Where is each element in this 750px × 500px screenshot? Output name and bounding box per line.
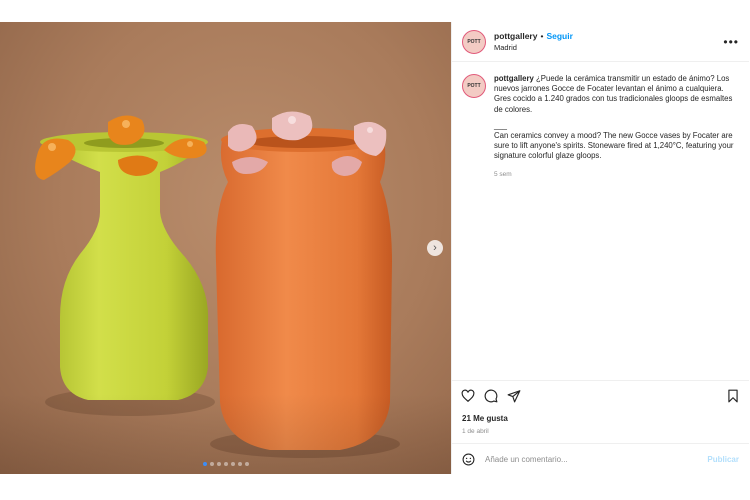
avatar[interactable]: POTT	[462, 29, 486, 54]
follow-button[interactable]: Seguir	[546, 31, 572, 41]
post-header: POTT pottgallery • Seguir Madrid •••	[452, 22, 749, 62]
send-icon[interactable]	[507, 389, 521, 403]
carousel-dot	[230, 462, 235, 466]
author-info: pottgallery • Seguir Madrid	[494, 31, 573, 52]
carousel-dot	[244, 462, 249, 466]
chevron-right-icon: ›	[433, 241, 437, 254]
comment-icon[interactable]	[484, 389, 498, 403]
comment-bar: Publicar	[452, 443, 749, 474]
caption-divider: ___	[494, 120, 508, 130]
carousel-dots	[0, 462, 451, 466]
heart-icon[interactable]	[461, 389, 475, 403]
carousel-dot-active	[202, 462, 207, 466]
comment-input[interactable]	[485, 454, 708, 464]
caption-body: pottgallery ¿Puede la cerámica transmiti…	[494, 74, 739, 180]
more-options-icon[interactable]: •••	[723, 35, 739, 49]
post-date[interactable]: 1 de abril	[462, 428, 489, 435]
caption-text-en: Can ceramics convey a mood? The new Gocc…	[494, 131, 734, 161]
username-link[interactable]: pottgallery	[494, 31, 537, 41]
caption-time[interactable]: 5 sem	[494, 170, 739, 180]
carousel-dot	[209, 462, 214, 466]
publish-button[interactable]: Publicar	[707, 455, 739, 464]
carousel-next-button[interactable]: ›	[427, 240, 443, 256]
carousel-dot	[216, 462, 221, 466]
caption-avatar[interactable]: POTT	[462, 74, 486, 98]
carousel-dot	[237, 462, 242, 466]
bookmark-icon[interactable]	[726, 389, 740, 403]
post-image[interactable]: ›	[0, 22, 451, 474]
likes-count[interactable]: 21 Me gusta	[462, 414, 508, 423]
caption: POTT pottgallery ¿Puede la cerámica tran…	[452, 62, 749, 180]
carousel-dot	[223, 462, 228, 466]
post-actions	[452, 380, 749, 410]
separator: •	[540, 31, 544, 41]
emoji-icon[interactable]	[462, 453, 475, 466]
post-side-panel: POTT pottgallery • Seguir Madrid ••• POT…	[451, 22, 749, 474]
location-link[interactable]: Madrid	[494, 43, 573, 52]
caption-username[interactable]: pottgallery	[494, 74, 534, 83]
